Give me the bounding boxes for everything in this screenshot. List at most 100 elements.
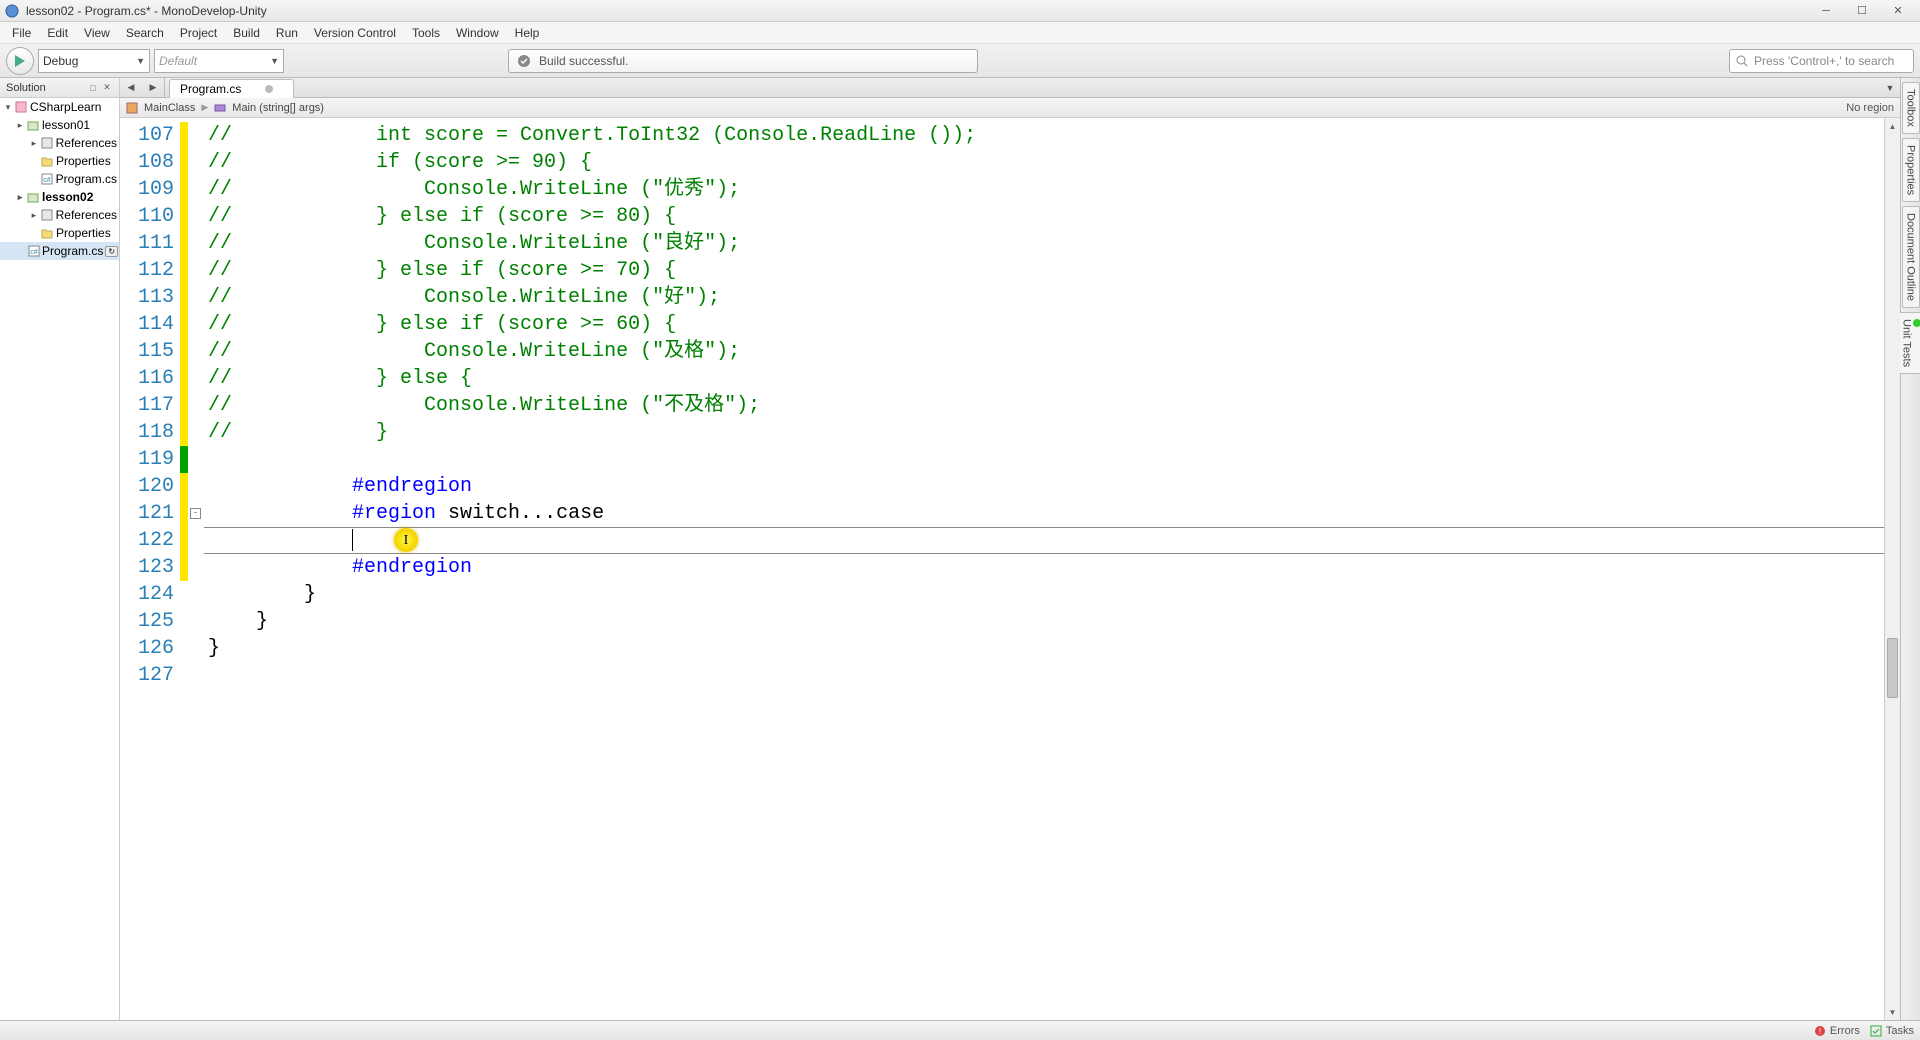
expand-icon[interactable]: ▸ — [28, 138, 40, 149]
code-editor[interactable]: 1071081091101111121131141151161171181191… — [120, 118, 1900, 1020]
search-icon — [1736, 55, 1748, 67]
code-line[interactable] — [208, 446, 1900, 473]
tree-item-properties[interactable]: Properties — [0, 224, 119, 242]
code-line[interactable]: #region switch...case — [208, 500, 1900, 527]
scroll-down-icon[interactable]: ▼ — [1885, 1004, 1900, 1020]
menu-search[interactable]: Search — [118, 24, 172, 42]
code-line[interactable]: #endregion — [208, 554, 1900, 581]
method-icon — [214, 102, 226, 114]
panel-close-icon[interactable]: ✕ — [101, 82, 113, 94]
tree-item-lesson02[interactable]: ▸lesson02 — [0, 188, 119, 206]
dock-tab-unit-tests[interactable]: Unit Tests — [1898, 312, 1920, 374]
solution-root[interactable]: ▾ CSharpLearn — [0, 98, 119, 116]
dock-tab-properties[interactable]: Properties — [1902, 138, 1920, 202]
tree-item-label: Program.cs — [42, 244, 103, 258]
configuration-combo[interactable]: Debug ▼ — [38, 49, 150, 73]
tree-item-label: References — [56, 136, 117, 150]
status-bar: ! Errors Tasks — [0, 1020, 1920, 1040]
nav-back-button[interactable]: ◀ — [120, 78, 142, 97]
menu-help[interactable]: Help — [507, 24, 548, 42]
file-tab-program[interactable]: Program.cs — [169, 79, 294, 98]
expand-icon[interactable]: ▸ — [14, 120, 26, 131]
tree-item-label: lesson01 — [42, 118, 90, 132]
code-line[interactable]: // } else if (score >= 70) { — [208, 257, 1900, 284]
expand-icon[interactable]: ▾ — [2, 102, 14, 113]
maximize-button[interactable]: ☐ — [1844, 1, 1880, 21]
tab-close-icon[interactable] — [265, 85, 273, 93]
expand-icon[interactable]: ▸ — [28, 210, 40, 221]
tree-item-references[interactable]: ▸References — [0, 206, 119, 224]
menu-view[interactable]: View — [76, 24, 118, 42]
text-caret — [352, 529, 353, 551]
nav-forward-button[interactable]: ▶ — [142, 78, 164, 97]
ref-icon — [40, 208, 54, 222]
code-line[interactable] — [208, 662, 1900, 689]
target-combo[interactable]: Default ▼ — [154, 49, 284, 73]
tree-item-properties[interactable]: Properties — [0, 152, 119, 170]
code-line[interactable]: // Console.WriteLine ("好"); — [208, 284, 1900, 311]
global-search-input[interactable]: Press 'Control+,' to search — [1729, 49, 1914, 73]
proj-icon — [26, 118, 40, 132]
menu-build[interactable]: Build — [225, 24, 268, 42]
build-status-box: Build successful. — [508, 49, 978, 73]
fold-toggle[interactable]: - — [190, 508, 201, 519]
menu-version-control[interactable]: Version Control — [306, 24, 404, 42]
menu-project[interactable]: Project — [172, 24, 225, 42]
code-line[interactable]: // Console.WriteLine ("及格"); — [208, 338, 1900, 365]
breadcrumb-method[interactable]: Main (string[] args) — [232, 102, 324, 114]
code-line[interactable]: // } else if (score >= 60) { — [208, 311, 1900, 338]
code-line[interactable]: } — [208, 635, 1900, 662]
breadcrumb-class[interactable]: MainClass — [144, 102, 195, 114]
menu-tools[interactable]: Tools — [404, 24, 448, 42]
status-tasks[interactable]: Tasks — [1870, 1025, 1914, 1037]
code-line[interactable]: } — [208, 608, 1900, 635]
check-icon — [517, 54, 531, 68]
ref-icon — [40, 136, 54, 150]
scroll-up-icon[interactable]: ▲ — [1885, 118, 1900, 134]
vertical-scrollbar[interactable]: ▲ ▼ — [1884, 118, 1900, 1020]
tree-item-label: Properties — [56, 226, 111, 240]
code-line[interactable]: // Console.WriteLine ("良好"); — [208, 230, 1900, 257]
window-title: lesson02 - Program.cs* - MonoDevelop-Uni… — [26, 4, 267, 18]
status-errors[interactable]: ! Errors — [1814, 1025, 1860, 1037]
tree-item-program-cs[interactable]: c#Program.cs↻ — [0, 242, 119, 260]
tree-item-lesson01[interactable]: ▸ lesson01 — [0, 116, 119, 134]
reload-pill-icon[interactable]: ↻ — [105, 246, 118, 257]
code-line[interactable]: } — [208, 581, 1900, 608]
code-text-area[interactable]: // int score = Convert.ToInt32 (Console.… — [204, 118, 1900, 1020]
code-line[interactable]: // Console.WriteLine ("优秀"); — [208, 176, 1900, 203]
code-line[interactable]: // } else { — [208, 365, 1900, 392]
menu-window[interactable]: Window — [448, 24, 507, 42]
code-line[interactable] — [208, 527, 1900, 554]
tab-list-dropdown[interactable]: ▼ — [1880, 78, 1900, 97]
menu-file[interactable]: File — [4, 24, 39, 42]
tree-item-program-cs[interactable]: c#Program.cs — [0, 170, 119, 188]
code-line[interactable]: // if (score >= 90) { — [208, 149, 1900, 176]
code-line[interactable]: // Console.WriteLine ("不及格"); — [208, 392, 1900, 419]
code-line[interactable]: #endregion — [208, 473, 1900, 500]
right-dock: Toolbox Properties Document Outline Unit… — [1900, 78, 1920, 1020]
proj-icon — [26, 190, 40, 204]
chevron-right-icon: ▶ — [201, 102, 208, 113]
code-line[interactable]: // int score = Convert.ToInt32 (Console.… — [208, 122, 1900, 149]
tree-item-references[interactable]: ▸ References — [0, 134, 119, 152]
breadcrumb-region[interactable]: No region — [1846, 102, 1894, 114]
task-icon — [1870, 1025, 1882, 1037]
code-line[interactable]: // } else if (score >= 80) { — [208, 203, 1900, 230]
menu-run[interactable]: Run — [268, 24, 306, 42]
dock-tab-document-outline[interactable]: Document Outline — [1902, 206, 1920, 308]
scrollbar-thumb[interactable] — [1887, 638, 1898, 698]
solution-header-title: Solution — [6, 82, 46, 94]
expand-icon[interactable]: ▸ — [14, 192, 26, 203]
close-button[interactable]: ✕ — [1880, 1, 1916, 21]
menu-edit[interactable]: Edit — [39, 24, 76, 42]
minimize-button[interactable]: ─ — [1808, 1, 1844, 21]
code-line[interactable]: // } — [208, 419, 1900, 446]
dock-tab-toolbox[interactable]: Toolbox — [1902, 82, 1920, 134]
search-placeholder: Press 'Control+,' to search — [1754, 54, 1894, 68]
chevron-down-icon: ▼ — [136, 56, 145, 66]
solution-tree[interactable]: ▾ CSharpLearn ▸lesson01▸ReferencesProper… — [0, 98, 119, 1020]
run-button[interactable] — [6, 47, 34, 75]
panel-autohide-icon[interactable]: □ — [87, 82, 99, 94]
build-status-text: Build successful. — [539, 54, 628, 68]
